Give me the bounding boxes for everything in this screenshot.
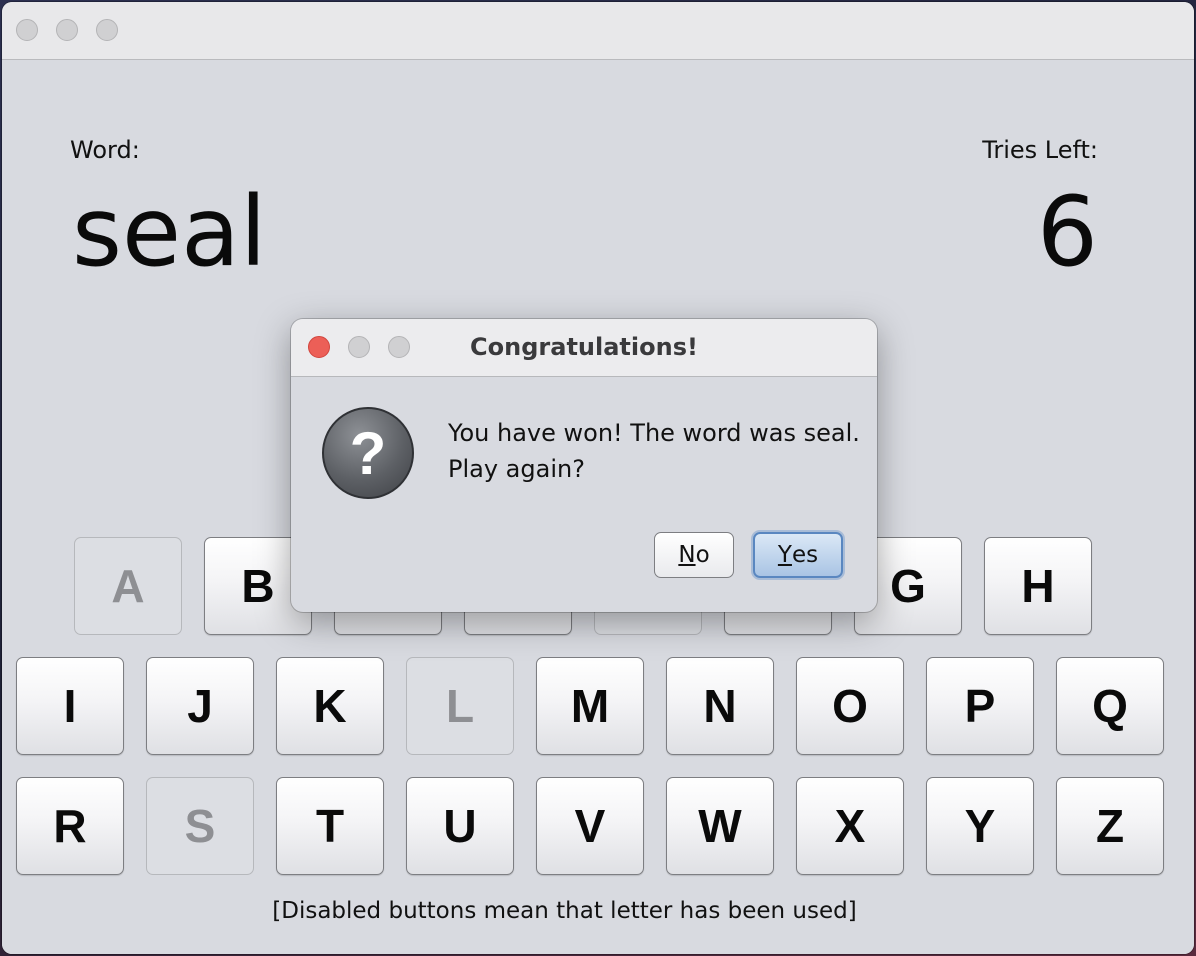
letter-key-l: L (406, 657, 514, 755)
word-label: Word: (70, 136, 140, 164)
yes-button[interactable]: Yes (753, 532, 843, 578)
no-button-label-rest: o (695, 542, 710, 568)
window-minimize-button[interactable] (56, 19, 78, 41)
dialog-titlebar: Congratulations! (291, 319, 877, 377)
no-button[interactable]: No (654, 532, 734, 578)
window-close-button[interactable] (16, 19, 38, 41)
letter-key-h[interactable]: H (984, 537, 1092, 635)
letter-key-m[interactable]: M (536, 657, 644, 755)
word-display: seal (72, 176, 267, 288)
letter-key-u[interactable]: U (406, 777, 514, 875)
yes-button-mnemonic: Y (777, 542, 792, 568)
dialog-message-line-2: Play again? (448, 455, 585, 483)
letter-key-z[interactable]: Z (1056, 777, 1164, 875)
dialog-title: Congratulations! (470, 333, 698, 361)
letter-key-r[interactable]: R (16, 777, 124, 875)
question-icon: ? (322, 407, 414, 499)
letter-key-j[interactable]: J (146, 657, 254, 755)
dialog-message-line-1: You have won! The word was seal. (448, 419, 860, 447)
letter-key-y[interactable]: Y (926, 777, 1034, 875)
letter-key-p[interactable]: P (926, 657, 1034, 755)
letter-key-k[interactable]: K (276, 657, 384, 755)
window-zoom-button[interactable] (96, 19, 118, 41)
letter-key-n[interactable]: N (666, 657, 774, 755)
letter-key-x[interactable]: X (796, 777, 904, 875)
yes-button-label-rest: es (791, 542, 819, 568)
letter-key-q[interactable]: Q (1056, 657, 1164, 755)
letter-key-s: S (146, 777, 254, 875)
letter-key-i[interactable]: I (16, 657, 124, 755)
tries-left-value: 6 (1036, 176, 1098, 288)
dialog-message: You have won! The word was seal. Play ag… (448, 415, 860, 487)
letter-key-t[interactable]: T (276, 777, 384, 875)
no-button-mnemonic: N (678, 542, 696, 568)
hangman-window: Word: Tries Left: seal 6 ABCDEFGH IJKLMN… (2, 2, 1194, 954)
disabled-buttons-hint: [Disabled buttons mean that letter has b… (272, 898, 857, 924)
window-titlebar (2, 2, 1194, 60)
letter-key-v[interactable]: V (536, 777, 644, 875)
congratulations-dialog: Congratulations! ? You have won! The wor… (291, 319, 877, 612)
tries-left-label: Tries Left: (982, 136, 1098, 164)
letter-key-o[interactable]: O (796, 657, 904, 755)
question-mark-glyph: ? (349, 419, 387, 487)
letter-key-a: A (74, 537, 182, 635)
letter-key-w[interactable]: W (666, 777, 774, 875)
